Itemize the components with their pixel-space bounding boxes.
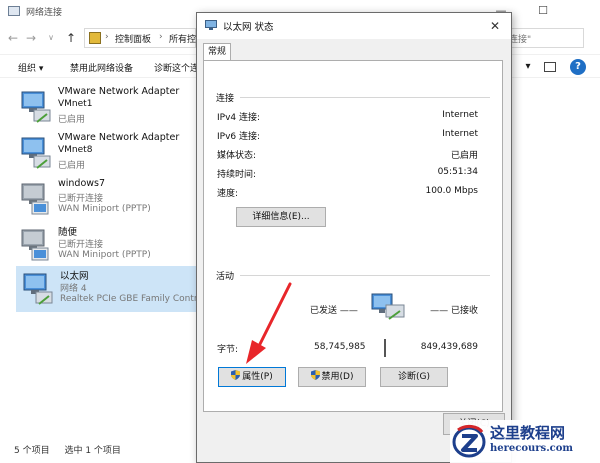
tab-strip: 常规 [197,39,511,61]
connection-device: WAN Miniport (PPTP) [58,204,151,214]
organize-menu[interactable]: 组织 ▾ [18,61,43,74]
watermark-logo-icon [452,424,486,458]
connection-name: VMware Network Adapter [58,86,180,97]
connection-status: 已启用 [58,115,86,125]
forward-arrow-icon[interactable]: → [24,30,38,46]
connection-item[interactable]: VMware Network Adapter VMnet1 已启用 [14,84,196,130]
search-placeholder: 连接" [509,35,532,45]
connection-status: 已启用 [58,161,86,171]
tab-general[interactable]: 常规 [203,43,232,61]
detail-label: IPv4 连接: [217,113,261,123]
bytes-sent-value: 58,745,985 [314,342,366,352]
breadcrumb-all-items[interactable]: 所有控 [169,32,196,45]
connection-subname: VMnet8 [58,145,93,155]
detail-label: 速度: [217,189,239,199]
activity-divider [384,339,386,357]
item-count: 5 个项目 [14,446,50,456]
breadcrumb-control-panel[interactable]: 控制面板 [115,32,151,45]
sent-label: 已发送 —— [310,306,358,316]
network-folder-icon [8,6,20,16]
site-watermark: 这里教程网 herecours.com [450,420,600,463]
red-pointer-arrow [246,282,292,364]
up-arrow-icon[interactable]: ↑ [64,30,78,46]
disable-button[interactable]: 禁用(D) [298,367,366,387]
detail-value: Internet [442,110,478,120]
connection-status: 网络 4 [60,284,87,294]
connection-item[interactable]: 随便已断开连接 WAN Miniport (PPTP) [14,222,196,268]
dialog-titlebar: 以太网 状态 ✕ [197,13,511,39]
connection-name: 随便 [58,227,78,238]
detail-value: Internet [442,129,478,139]
address-bar[interactable]: › 控制面板 › 所有控 [84,28,196,48]
breadcrumb-separator: › [105,32,109,42]
network-activity-icon [371,293,405,320]
dialog-title: 以太网 状态 [223,22,274,33]
network-adapter-icon [21,137,51,169]
back-arrow-icon[interactable]: ← [6,30,20,46]
properties-button-label: 属性(P) [242,372,273,382]
selected-count: 选中 1 个项目 [64,446,121,456]
status-bar: 5 个项目 选中 1 个项目 [14,443,121,456]
detail-label: 持续时间: [217,170,257,180]
group-divider [240,97,490,98]
connection-device: Realtek PCIe GBE Family Contr... [60,294,206,304]
connection-item[interactable]: VMware Network Adapter VMnet8 已启用 [14,130,196,176]
details-button[interactable]: 详细信息(E)... [236,207,326,227]
connection-device: WAN Miniport (PPTP) [58,250,151,260]
control-panel-icon [89,32,101,44]
diagnose-button[interactable]: 诊断(G) [380,367,448,387]
detail-label: IPv6 连接: [217,132,261,142]
group-divider [240,275,490,276]
diagnose-connection-command[interactable]: 诊断这个连 [154,61,199,74]
detail-value: 100.0 Mbps [425,186,478,196]
close-icon[interactable]: ✕ [485,16,505,36]
detail-value: 05:51:34 [437,167,478,177]
search-input[interactable]: 连接" [504,28,584,48]
explorer-title: 网络连接 [26,8,63,18]
disable-device-command[interactable]: 禁用此网络设备 [70,61,133,74]
maximize-button[interactable]: ☐ [528,2,558,20]
connection-name: windows7 [58,178,106,189]
connection-subname: VMnet1 [58,99,93,109]
preview-pane-icon[interactable] [544,62,556,72]
bytes-label: 字节: [217,345,239,355]
network-adapter-icon [23,273,53,305]
connection-item[interactable]: windows7 已断开连接 WAN Miniport (PPTP) [14,176,196,222]
watermark-url-text: herecours.com [490,443,574,454]
uac-shield-icon [310,370,320,380]
received-label: —— 已接收 [430,306,478,316]
connection-name: VMware Network Adapter [58,132,180,143]
watermark-cn-text: 这里教程网 [490,424,566,442]
connection-name: 以太网 [60,271,89,282]
connection-status: 已断开连接 [58,194,104,204]
connection-status: 已断开连接 [58,240,104,250]
connection-group-label: 连接 [216,94,235,104]
breadcrumb-separator: › [159,32,163,42]
bytes-received-value: 849,439,689 [420,342,478,352]
disable-button-label: 禁用(D) [321,372,354,382]
vpn-connection-icon [21,229,49,261]
ethernet-status-dialog: 以太网 状态 ✕ 常规 连接 IPv4 连接: Internet IPv6 连接: I… [196,12,512,463]
vpn-connection-icon [21,183,49,215]
detail-value: 已启用 [450,151,478,161]
help-icon[interactable]: ? [570,59,586,75]
network-adapter-icon [205,20,217,30]
recent-locations-chevron-icon[interactable]: ∨ [44,30,58,46]
network-adapter-icon [21,91,51,123]
activity-group-label: 活动 [216,272,235,282]
view-options-chevron-icon[interactable]: ▾ [520,59,536,75]
connection-item[interactable]: 以太网网络 4 Realtek PCIe GBE Family Contr... [16,266,210,312]
detail-label: 媒体状态: [217,151,257,161]
